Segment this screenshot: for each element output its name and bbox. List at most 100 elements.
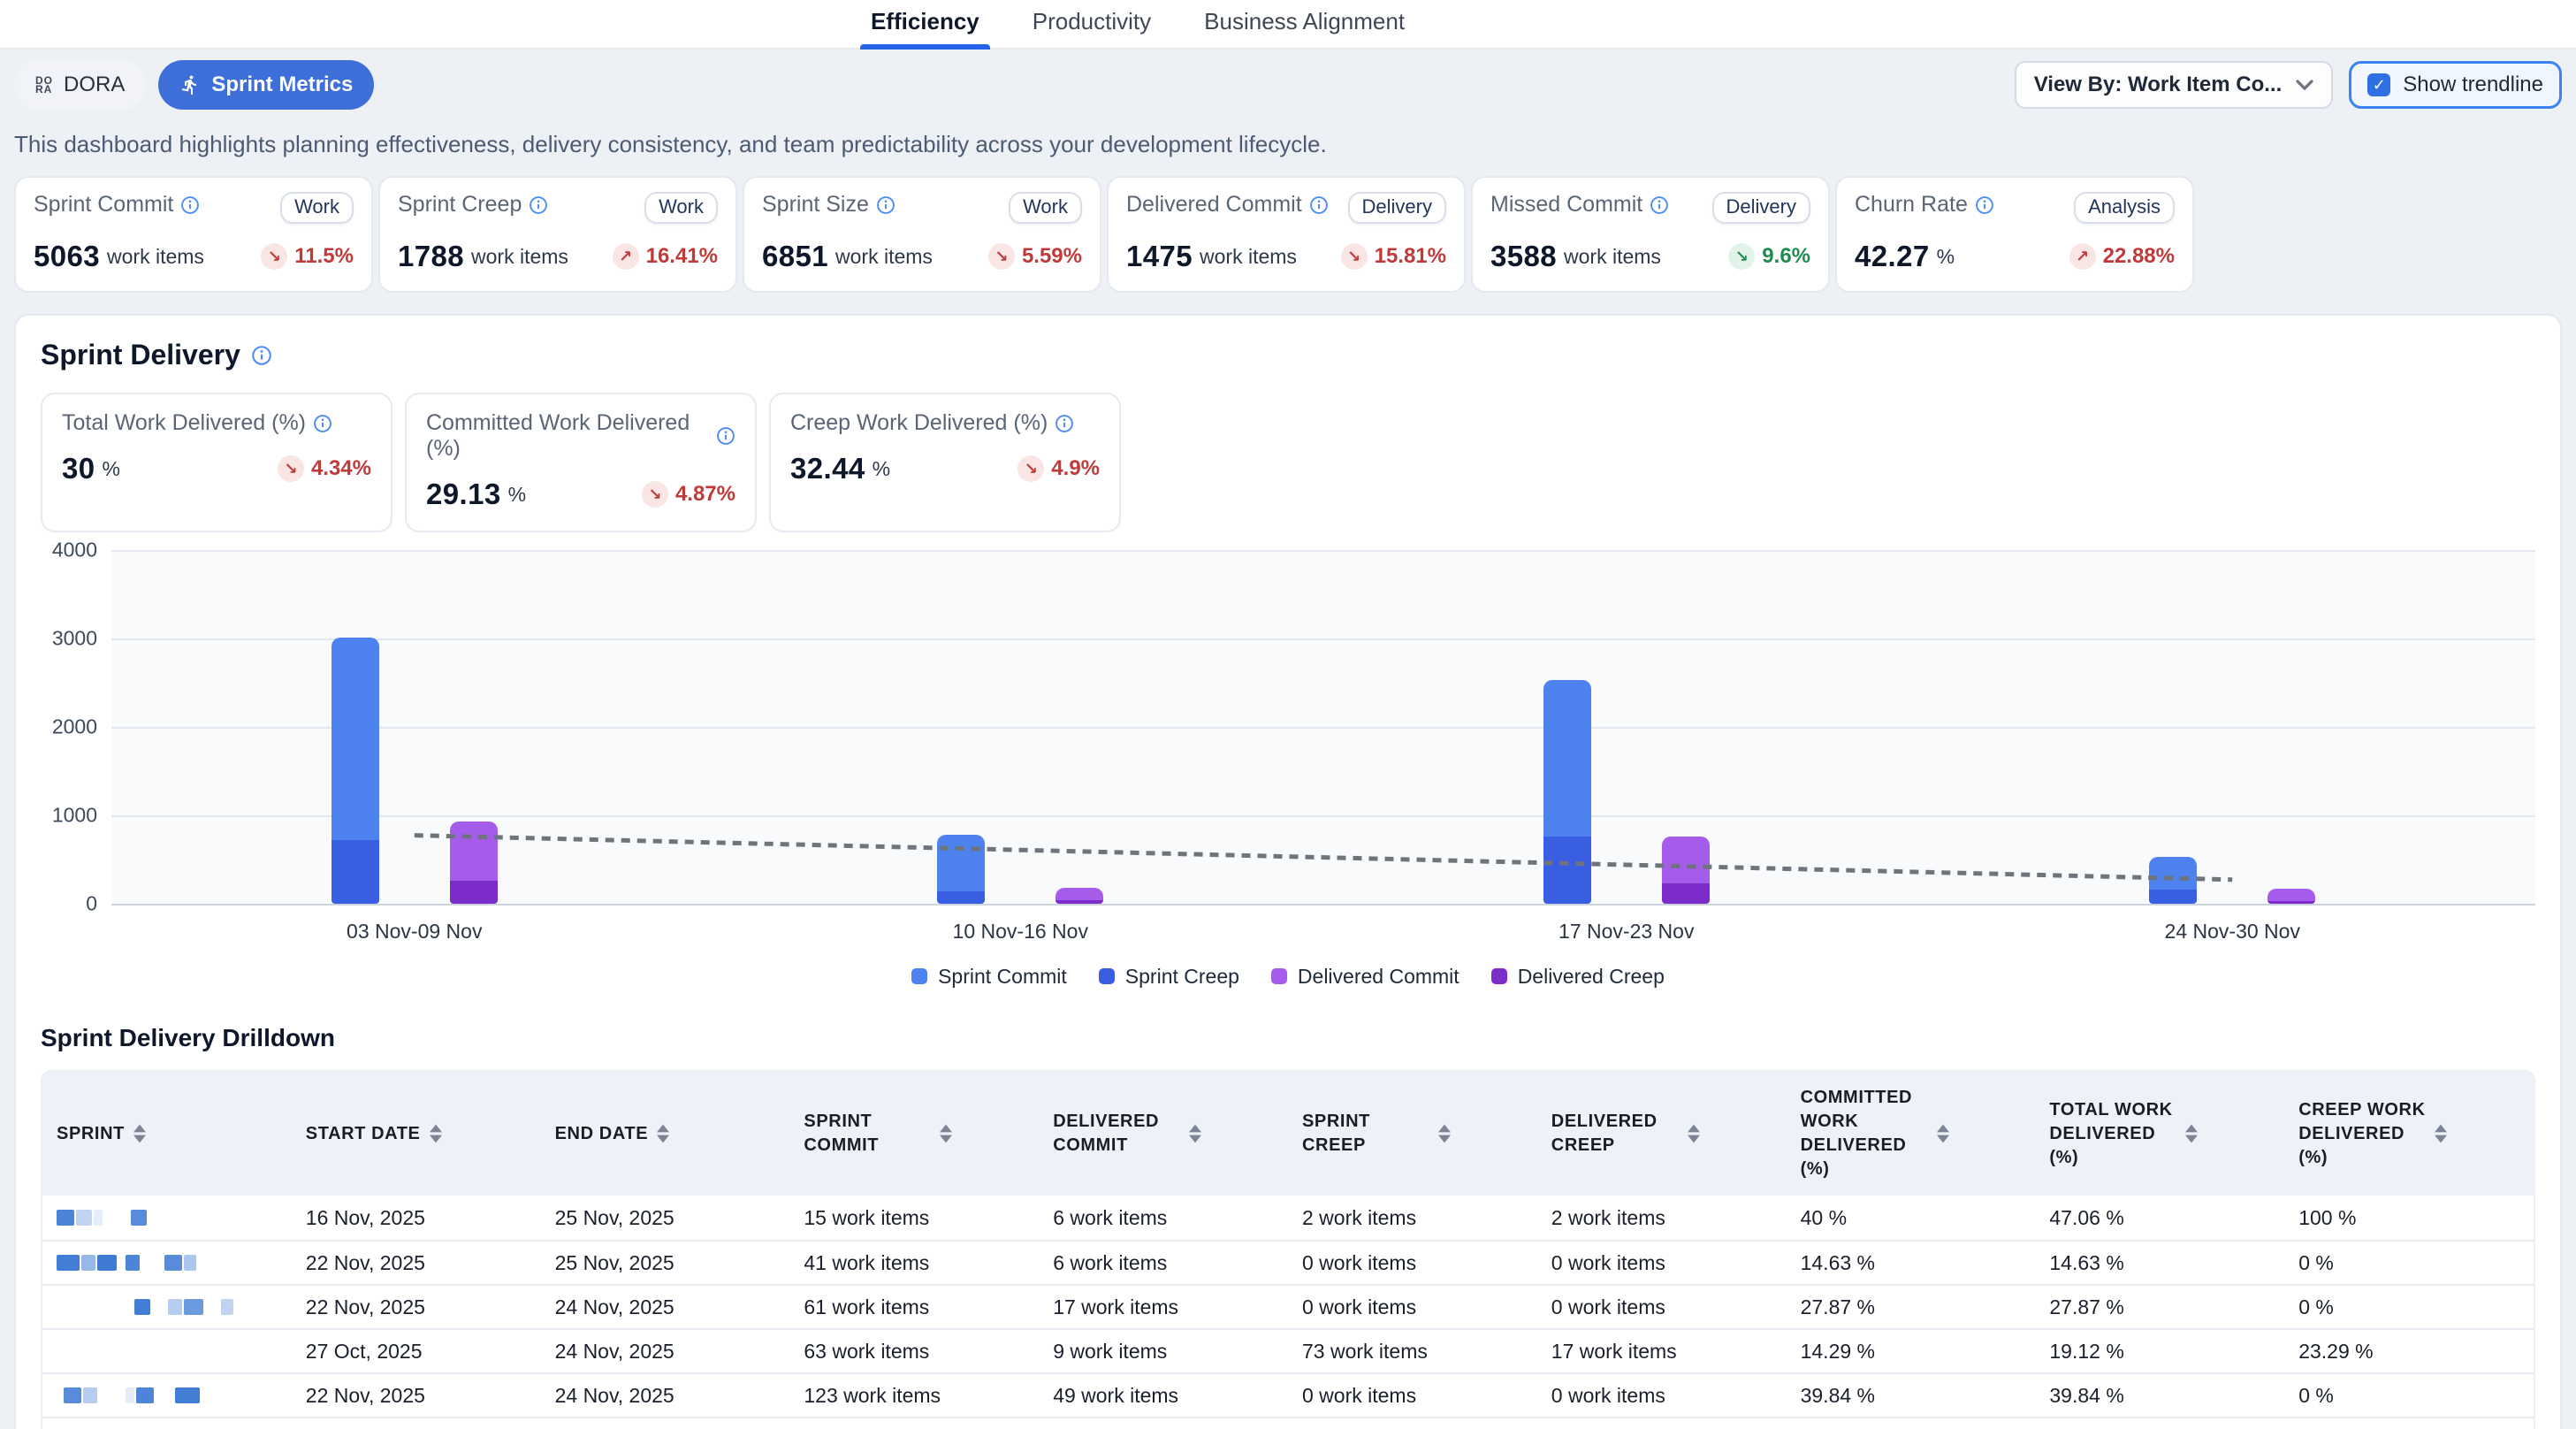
delivered-commit-segment[interactable] xyxy=(450,821,498,881)
info-icon[interactable] xyxy=(251,345,272,366)
delivered-bar[interactable] xyxy=(1056,888,1103,905)
sprint-commit-segment[interactable] xyxy=(1543,680,1591,837)
delivered-bar[interactable] xyxy=(1662,837,1710,904)
commit-bar[interactable] xyxy=(1543,680,1591,904)
sort-icon[interactable] xyxy=(1189,1124,1201,1143)
sort-icon[interactable] xyxy=(1937,1124,1949,1143)
commit-bar[interactable] xyxy=(937,835,985,904)
table-row[interactable]: 22 Nov, 202525 Nov, 202541 work items6 w… xyxy=(42,1240,2534,1284)
checkbox-checked-icon[interactable]: ✓ xyxy=(2367,73,2390,96)
info-icon[interactable] xyxy=(529,195,548,215)
delta-value: 4.34% xyxy=(311,456,371,481)
cell-end: 24 Nov, 2025 xyxy=(541,1340,790,1364)
delivered-commit-segment[interactable] xyxy=(1056,888,1103,901)
metric-unit: % xyxy=(103,457,120,481)
info-icon[interactable] xyxy=(180,195,200,215)
column-header-total-work-delivered[interactable]: TOTAL WORK DELIVERED (%) xyxy=(2035,1084,2284,1184)
sprint-creep-segment[interactable] xyxy=(1543,837,1591,905)
chevron-down-icon xyxy=(2296,80,2313,90)
show-trendline-toggle[interactable]: ✓ Show trendline xyxy=(2349,61,2562,109)
sprint-creep-segment[interactable] xyxy=(937,891,985,904)
column-header-delivered-commit[interactable]: DELIVERED COMMIT xyxy=(1039,1096,1288,1172)
delivered-bar[interactable] xyxy=(2267,889,2315,904)
table-row[interactable]: 10 Nov, 202524 Nov, 202571 work items35 … xyxy=(42,1417,2534,1429)
delivered-creep-segment[interactable] xyxy=(450,881,498,905)
card-title-row: Sprint CreepWork xyxy=(398,192,718,224)
cell-committed-pct: 14.63 % xyxy=(1787,1251,2036,1275)
cell-start: 22 Nov, 2025 xyxy=(292,1384,541,1408)
card-title-row: Sprint CommitWork xyxy=(34,192,354,224)
tab-business-alignment[interactable]: Business Alignment xyxy=(1200,0,1408,48)
card-title: Missed Commit xyxy=(1490,192,1669,218)
info-icon[interactable] xyxy=(876,195,896,215)
column-header-committed-work-delivered[interactable]: COMMITTED WORK DELIVERED (%) xyxy=(1787,1072,2036,1196)
sprint-metrics-button[interactable]: Sprint Metrics xyxy=(158,60,374,110)
metric-card: Creep Work Delivered (%)32.44%↘4.9% xyxy=(769,393,1121,532)
card-title-row: Delivered CommitDelivery xyxy=(1126,192,1446,224)
view-by-dropdown[interactable]: View By: Work Item Co... xyxy=(2015,61,2334,109)
mosaic-block xyxy=(136,1387,154,1403)
sprint-creep-segment[interactable] xyxy=(332,840,379,904)
card-title: Creep Work Delivered (%) xyxy=(790,410,1074,436)
info-icon[interactable] xyxy=(1650,195,1669,215)
cell-sprint-commit: 61 work items xyxy=(789,1295,1039,1319)
sort-icon[interactable] xyxy=(2435,1124,2447,1143)
delta-badge: ↗16.41% xyxy=(613,243,718,270)
table-row[interactable]: 22 Nov, 202524 Nov, 2025123 work items49… xyxy=(42,1372,2534,1417)
sort-icon[interactable] xyxy=(430,1124,442,1143)
legend-item-sprint-creep[interactable]: Sprint Creep xyxy=(1099,960,1239,992)
delivered-commit-segment[interactable] xyxy=(1662,837,1710,883)
sprint-commit-segment[interactable] xyxy=(937,835,985,891)
legend-item-sprint-commit[interactable]: Sprint Commit xyxy=(911,960,1067,992)
sort-icon[interactable] xyxy=(1438,1124,1451,1143)
sort-icon[interactable] xyxy=(133,1124,146,1143)
legend-swatch xyxy=(1491,968,1507,984)
gridline xyxy=(111,727,2535,729)
info-icon[interactable] xyxy=(313,414,332,433)
delivered-commit-segment[interactable] xyxy=(2267,889,2315,900)
table-row[interactable]: 27 Oct, 202524 Nov, 202563 work items9 w… xyxy=(42,1328,2534,1372)
commit-bar[interactable] xyxy=(332,638,379,904)
sprint-commit-segment[interactable] xyxy=(2149,857,2197,890)
table-row[interactable]: 16 Nov, 202525 Nov, 202515 work items6 w… xyxy=(42,1196,2534,1240)
dashboard-root: Efficiency Productivity Business Alignment… xyxy=(0,0,2576,1429)
column-header-sprint-commit[interactable]: SPRINT COMMIT xyxy=(789,1096,1039,1172)
info-icon[interactable] xyxy=(716,426,735,446)
column-header-sprint[interactable]: SPRINT xyxy=(42,1108,292,1160)
trend-down-icon: ↘ xyxy=(278,455,304,482)
legend-swatch xyxy=(1099,968,1115,984)
sprint-cell xyxy=(42,1210,292,1226)
cell-sprint-commit: 63 work items xyxy=(789,1340,1039,1364)
sort-icon[interactable] xyxy=(2185,1124,2198,1143)
info-icon[interactable] xyxy=(1309,195,1329,215)
cell-start: 22 Nov, 2025 xyxy=(292,1295,541,1319)
card-value-row: 42.27%↗22.88% xyxy=(1855,240,2175,273)
cell-creep-pct: 0 % xyxy=(2284,1384,2534,1408)
dora-button[interactable]: DORA DORA xyxy=(14,60,146,110)
legend-item-delivered-commit[interactable]: Delivered Commit xyxy=(1271,960,1459,992)
column-header-start-date[interactable]: START DATE xyxy=(292,1108,541,1160)
info-icon[interactable] xyxy=(1975,195,1994,215)
legend-item-delivered-creep[interactable]: Delivered Creep xyxy=(1491,960,1665,992)
delta-badge: ↗22.88% xyxy=(2069,243,2175,270)
tab-efficiency[interactable]: Efficiency xyxy=(867,0,983,48)
commit-bar[interactable] xyxy=(2149,857,2197,904)
sprint-creep-segment[interactable] xyxy=(2149,890,2197,904)
info-icon[interactable] xyxy=(1055,414,1074,433)
metric-card: Missed CommitDelivery3588work items↘9.6% xyxy=(1471,176,1830,293)
delivered-creep-segment[interactable] xyxy=(1662,883,1710,905)
sort-icon[interactable] xyxy=(940,1124,952,1143)
column-header-delivered-creep[interactable]: DELIVERED CREEP xyxy=(1537,1096,1787,1172)
column-header-sprint-creep[interactable]: SPRINT CREEP xyxy=(1288,1096,1537,1172)
sort-icon[interactable] xyxy=(657,1124,669,1143)
sprint-commit-segment[interactable] xyxy=(332,638,379,840)
sort-icon[interactable] xyxy=(1688,1124,1700,1143)
column-header-end-date[interactable]: END DATE xyxy=(541,1108,790,1160)
table-row[interactable]: 22 Nov, 202524 Nov, 202561 work items17 … xyxy=(42,1284,2534,1328)
metric-value: 42.27 xyxy=(1855,240,1930,273)
mosaic-block xyxy=(126,1387,134,1403)
column-header-creep-work-delivered[interactable]: CREEP WORK DELIVERED (%) xyxy=(2284,1084,2534,1184)
delivered-bar[interactable] xyxy=(450,821,498,905)
tab-productivity[interactable]: Productivity xyxy=(1029,0,1155,48)
metric-unit: % xyxy=(873,457,890,481)
